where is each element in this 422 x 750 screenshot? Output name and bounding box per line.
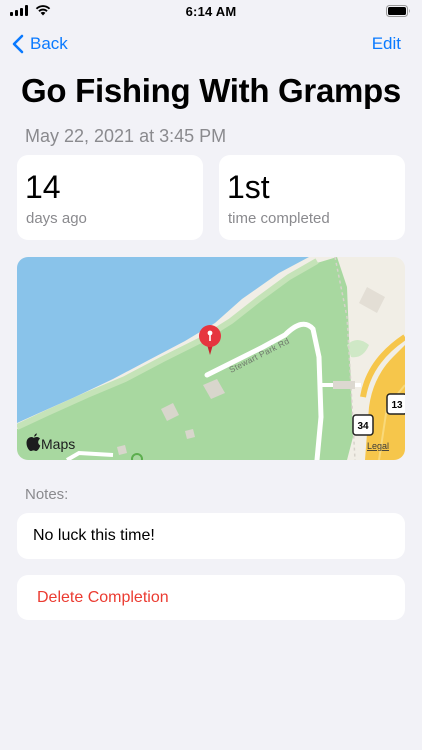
battery-icon	[386, 5, 410, 17]
route-shield-34: 34	[352, 414, 374, 436]
days-ago-card: 14 days ago	[17, 155, 203, 240]
svg-text:13: 13	[391, 400, 403, 411]
completion-date: May 22, 2021 at 3:45 PM	[25, 126, 227, 146]
delete-completion-button[interactable]: Delete Completion	[17, 575, 405, 620]
screen: 6:14 AM Back Edit Go Fishing With Gramps…	[0, 0, 422, 750]
notes-label: Notes:	[25, 486, 69, 503]
location-map[interactable]: Stewart Park Rd 34 13 Maps Legal	[17, 257, 405, 460]
svg-text:34: 34	[357, 421, 369, 432]
back-button[interactable]: Back	[12, 32, 68, 56]
page-title: Go Fishing With Gramps	[21, 72, 401, 109]
notes-text: No luck this time!	[33, 527, 155, 544]
map-legal-link[interactable]: Legal	[367, 441, 389, 451]
times-completed-value: 1st	[227, 169, 270, 205]
back-button-label: Back	[30, 34, 68, 53]
times-completed-card: 1st time completed	[219, 155, 405, 240]
edit-button[interactable]: Edit	[372, 34, 401, 54]
status-bar: 6:14 AM	[0, 0, 422, 24]
days-ago-value: 14	[25, 169, 61, 205]
days-ago-label: days ago	[26, 210, 87, 227]
times-completed-label: time completed	[228, 210, 330, 227]
chevron-left-icon	[12, 34, 24, 54]
status-time: 6:14 AM	[185, 4, 237, 19]
svg-text:Maps: Maps	[41, 436, 75, 452]
notes-card: No luck this time!	[17, 513, 405, 559]
route-shield-13: 13	[386, 393, 405, 415]
delete-completion-label: Delete Completion	[37, 589, 169, 606]
